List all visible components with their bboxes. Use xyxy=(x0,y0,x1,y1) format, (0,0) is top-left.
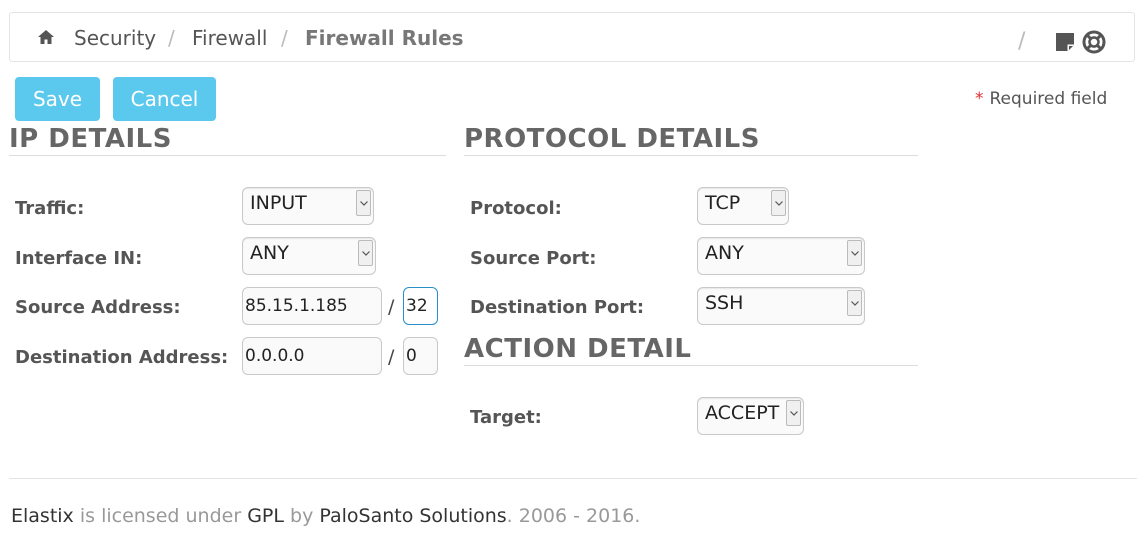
source-mask-input[interactable] xyxy=(403,287,438,325)
sticky-note-icon[interactable] xyxy=(1054,31,1076,53)
footer-text: is licensed under xyxy=(73,505,248,527)
destination-mask-input[interactable] xyxy=(403,337,438,375)
target-label: Target: xyxy=(470,407,542,428)
breadcrumb-security[interactable]: Security xyxy=(74,26,156,50)
section-divider xyxy=(464,155,918,156)
chevron-down-icon[interactable] xyxy=(356,190,371,216)
source-port-select[interactable]: ANY xyxy=(697,237,865,275)
interface-in-label: Interface IN: xyxy=(15,248,143,269)
section-divider xyxy=(464,365,918,366)
protocol-value: TCP xyxy=(705,192,741,214)
source-port-label: Source Port: xyxy=(470,248,597,269)
destination-address-input[interactable] xyxy=(242,337,382,375)
footer-text: . 2006 - 2016. xyxy=(506,505,641,527)
target-select[interactable]: ACCEPT xyxy=(697,397,804,435)
mask-separator: / xyxy=(388,346,395,368)
source-port-value: ANY xyxy=(705,242,744,264)
breadcrumb-firewall-rules: Firewall Rules xyxy=(305,26,464,50)
life-ring-icon[interactable] xyxy=(1081,29,1107,55)
required-text: Required field xyxy=(989,89,1108,109)
protocol-select[interactable]: TCP xyxy=(697,187,789,225)
destination-port-select[interactable]: SSH xyxy=(697,287,865,325)
save-button[interactable]: Save xyxy=(15,77,100,121)
action-detail-title: ACTION DETAIL xyxy=(464,334,692,364)
breadcrumb: Security / Firewall / Firewall Rules / xyxy=(9,12,1135,62)
cancel-button[interactable]: Cancel xyxy=(113,77,216,121)
chevron-down-icon[interactable] xyxy=(847,290,862,316)
gpl-link[interactable]: GPL xyxy=(247,505,284,527)
interface-in-value: ANY xyxy=(250,242,289,264)
footer-divider xyxy=(9,478,1137,479)
interface-in-select[interactable]: ANY xyxy=(242,237,376,275)
target-value: ACCEPT xyxy=(705,402,780,424)
destination-address-label: Destination Address: xyxy=(15,347,229,368)
protocol-label: Protocol: xyxy=(470,198,562,219)
chevron-down-icon[interactable] xyxy=(847,240,862,266)
protocol-details-title: PROTOCOL DETAILS xyxy=(464,124,760,154)
footer-text: by xyxy=(283,505,320,527)
toolbar-separator: / xyxy=(1018,29,1026,54)
palosanto-link[interactable]: PaloSanto Solutions xyxy=(319,505,506,527)
source-address-label: Source Address: xyxy=(15,297,181,318)
home-icon[interactable] xyxy=(37,29,55,45)
traffic-label: Traffic: xyxy=(15,198,85,219)
breadcrumb-separator: / xyxy=(281,26,288,50)
required-field-note: * Required field xyxy=(975,89,1107,109)
ip-details-title: IP DETAILS xyxy=(9,124,172,154)
traffic-select[interactable]: INPUT xyxy=(242,187,374,225)
destination-port-value: SSH xyxy=(705,292,744,314)
footer: Elastix is licensed under GPL by PaloSan… xyxy=(11,505,640,527)
elastix-link[interactable]: Elastix xyxy=(11,505,74,527)
traffic-value: INPUT xyxy=(250,192,307,214)
breadcrumb-firewall[interactable]: Firewall xyxy=(192,26,267,50)
chevron-down-icon[interactable] xyxy=(358,240,373,266)
mask-separator: / xyxy=(388,296,395,318)
chevron-down-icon[interactable] xyxy=(786,400,801,426)
breadcrumb-separator: / xyxy=(168,26,175,50)
required-star: * xyxy=(975,89,984,109)
source-address-input[interactable] xyxy=(242,287,382,325)
section-divider xyxy=(9,155,446,156)
chevron-down-icon[interactable] xyxy=(771,190,786,216)
destination-port-label: Destination Port: xyxy=(470,297,645,318)
